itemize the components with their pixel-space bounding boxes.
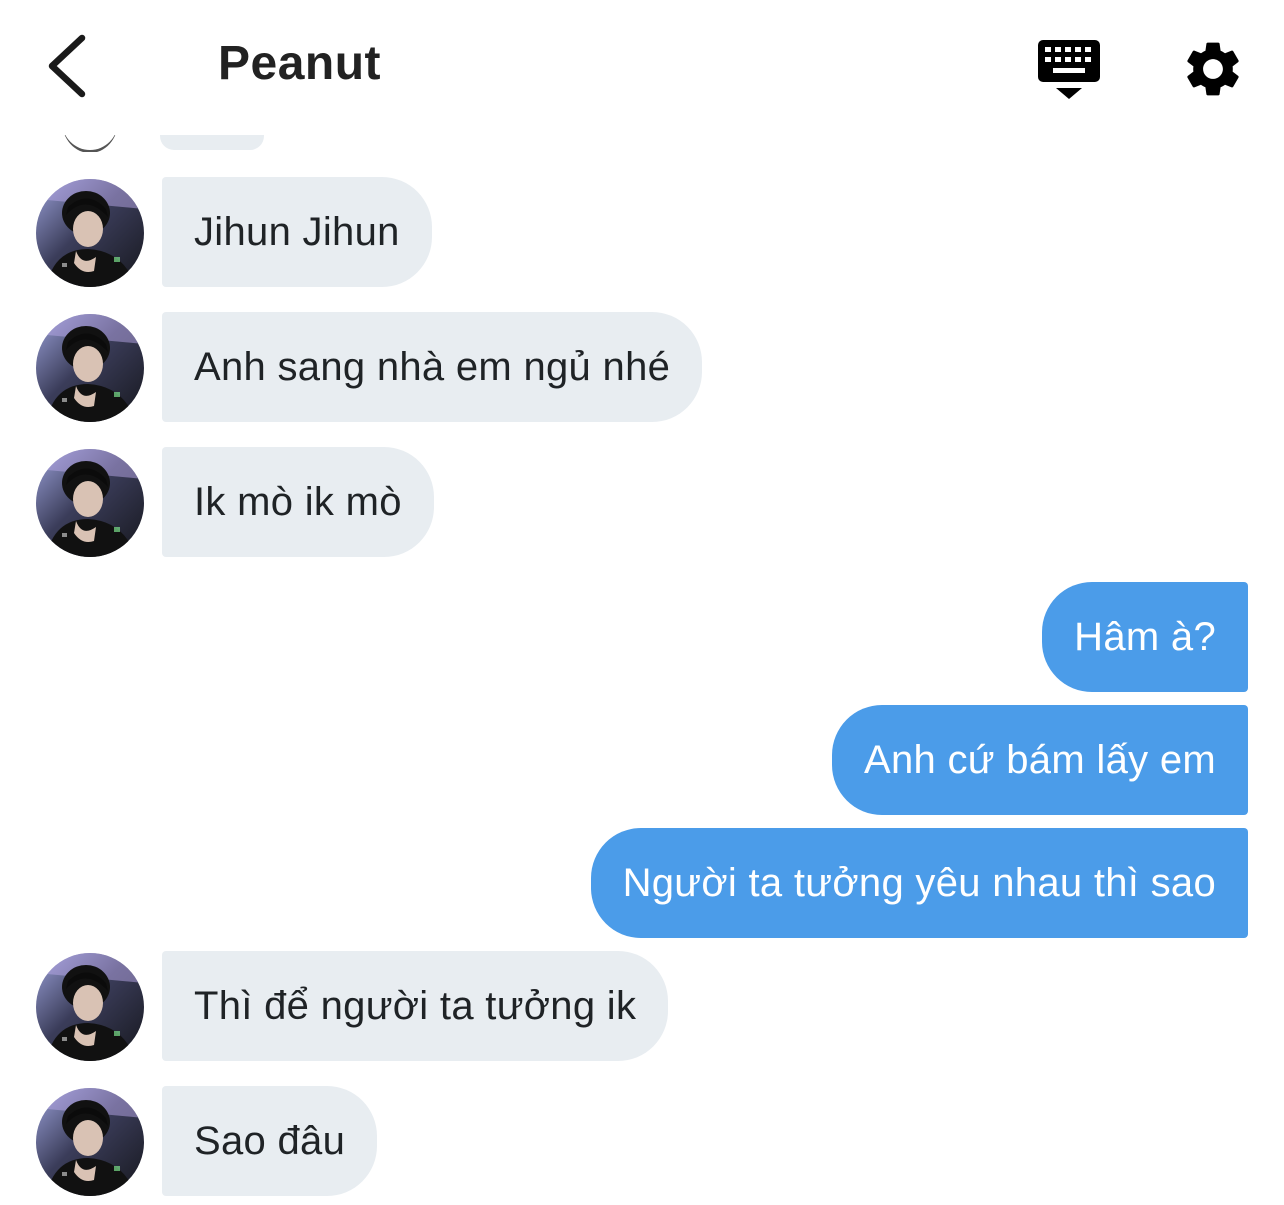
message-row-incoming: Jihun Jihun [0,177,1284,289]
chevron-left-icon [48,34,86,98]
settings-button[interactable] [1180,36,1246,102]
message-bubble-incoming[interactable]: Thì để người ta tưởng ik [162,951,669,1061]
message-row-incoming: Thì để người ta tưởng ik [0,951,1284,1063]
message-bubble-incoming[interactable]: Ik mò ik mò [162,447,434,557]
conversation-title: Peanut [218,37,382,90]
chat-header: Peanut [0,0,1284,135]
message-bubble-incoming[interactable]: Jihun Jihun [162,177,432,287]
message-row-incoming: Anh sang nhà em ngủ nhé [0,312,1284,424]
keyboard-button[interactable] [1034,36,1104,102]
message-row-incoming: Ik mò ik mò [0,447,1284,559]
avatar[interactable] [36,953,144,1061]
message-row-outgoing: Người ta tưởng yêu nhau thì sao [0,828,1284,940]
keyboard-icon [1038,40,1100,99]
avatar[interactable] [36,179,144,287]
message-bubble-outgoing[interactable]: Hâm à? [1042,582,1248,692]
message-row-incoming: Sao đâu [0,1086,1284,1198]
avatar[interactable] [36,449,144,557]
message-row-outgoing: Anh cứ bám lấy em [0,705,1284,817]
avatar[interactable] [36,314,144,422]
gear-icon [1187,42,1239,96]
message-bubble-outgoing[interactable]: Anh cứ bám lấy em [831,705,1248,815]
back-button[interactable] [38,30,98,102]
message-bubble-incoming[interactable]: Sao đâu [162,1086,378,1196]
message-bubble-incoming[interactable]: Anh sang nhà em ngủ nhé [162,312,703,422]
message-bubble-outgoing[interactable]: Người ta tưởng yêu nhau thì sao [590,828,1248,938]
avatar[interactable] [36,1088,144,1196]
message-row-outgoing: Hâm à? [0,582,1284,694]
